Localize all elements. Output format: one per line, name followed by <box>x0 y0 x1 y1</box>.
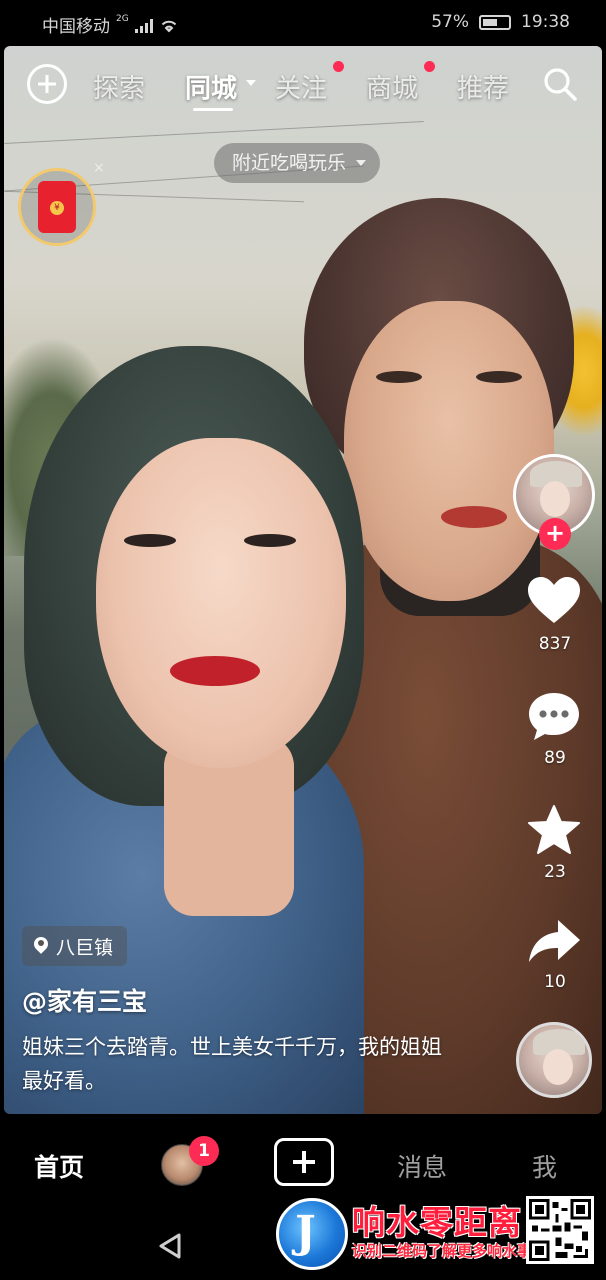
signal-icon <box>134 17 153 33</box>
person-right-eye <box>376 371 422 383</box>
person-left-eye <box>244 534 296 547</box>
watermark-title: 响水零距离 <box>352 1203 522 1242</box>
watermark-logo: J <box>276 1198 348 1270</box>
battery-icon <box>479 14 511 30</box>
favorite-count: 23 <box>544 862 566 882</box>
battery-percent: 57% <box>431 12 469 32</box>
music-disc[interactable] <box>516 1022 592 1098</box>
carrier-name: 中国移动 <box>42 17 110 37</box>
avatar-face <box>540 481 570 517</box>
close-icon[interactable]: × <box>93 160 105 176</box>
active-tab-indicator <box>193 108 233 111</box>
tab-me[interactable]: 我 <box>532 1148 557 1184</box>
back-icon[interactable] <box>157 1232 183 1260</box>
clock: 19:38 <box>521 12 570 32</box>
location-pin-icon <box>34 937 48 955</box>
friends-badge: 1 <box>189 1136 219 1166</box>
search-icon[interactable] <box>542 66 578 102</box>
red-envelope-button[interactable]: ¥ <box>18 168 96 246</box>
person-right-face <box>344 301 554 601</box>
status-bar: 中国移动 2G 57% 19:38 <box>0 0 606 46</box>
chevron-down-icon <box>356 160 367 166</box>
wifi-icon <box>161 20 176 32</box>
publish-button[interactable] <box>274 1138 334 1186</box>
plus-circle-icon[interactable] <box>27 64 67 104</box>
person-right-lips <box>441 506 507 528</box>
follow-button[interactable]: + <box>539 518 571 550</box>
person-right-eye <box>476 371 522 383</box>
mall-dot-badge <box>424 61 435 72</box>
red-envelope-icon: ¥ <box>38 181 76 233</box>
person-left-eye <box>124 534 176 547</box>
tab-mall[interactable]: 商城 <box>366 68 418 105</box>
tab-recommend[interactable]: 推荐 <box>457 68 509 105</box>
watermark-subtitle: 识别二维码了解更多响水事 <box>352 1242 533 1260</box>
following-dot-badge <box>333 61 344 72</box>
chip-label: 附近吃喝玩乐 <box>232 152 347 174</box>
share-icon[interactable] <box>526 916 582 968</box>
background-wire <box>4 121 424 144</box>
status-left: 中国移动 2G <box>42 12 179 37</box>
network-type: 2G <box>116 13 129 24</box>
tab-messages[interactable]: 消息 <box>397 1148 447 1184</box>
comment-icon[interactable] <box>526 690 582 742</box>
star-icon[interactable] <box>526 804 582 856</box>
heart-icon[interactable] <box>526 575 582 627</box>
status-right: 57% 19:38 <box>431 12 570 32</box>
video-description: 姐妹三个去踏青。世上美女千千万，我的姐姐最好看。 <box>22 1035 442 1093</box>
person-left-face <box>96 438 346 768</box>
chevron-down-icon[interactable] <box>246 80 256 86</box>
author-name[interactable]: @家有三宝 <box>22 982 147 1018</box>
nearby-filter-chip[interactable]: 附近吃喝玩乐 <box>214 143 381 183</box>
coin-icon: ¥ <box>50 201 64 215</box>
tab-explore[interactable]: 探索 <box>93 68 145 105</box>
like-count: 837 <box>538 634 572 654</box>
share-count: 10 <box>544 972 566 992</box>
qr-code-icon <box>526 1196 594 1264</box>
tab-local[interactable]: 同城 <box>185 68 237 105</box>
tab-following[interactable]: 关注 <box>275 68 327 105</box>
comment-count: 89 <box>544 748 566 768</box>
tab-home[interactable]: 首页 <box>34 1148 84 1184</box>
top-nav: 探索 同城 关注 商城 推荐 <box>0 58 606 111</box>
disc-cover-face <box>543 1049 573 1085</box>
watermark-logo-glyph: J <box>295 1207 316 1258</box>
person-left-lips <box>170 656 260 686</box>
location-label: 八巨镇 <box>56 936 114 959</box>
location-tag[interactable]: 八巨镇 <box>22 926 128 966</box>
